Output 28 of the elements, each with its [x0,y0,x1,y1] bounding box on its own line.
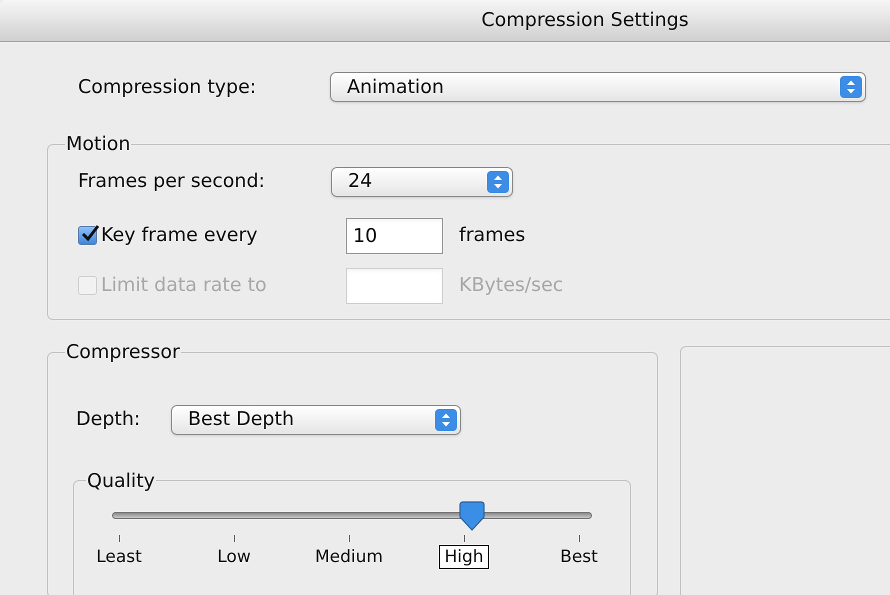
updown-arrows-icon [840,76,862,98]
tick-label[interactable]: Best [555,545,603,569]
updown-arrows-icon [435,408,457,430]
popup-button[interactable]: Animation [330,72,866,102]
group-title: Quality [86,468,156,494]
updown-arrows-icon [487,170,509,192]
checkbox-label: Key frame every [101,223,258,248]
field-label: Compression type: [78,74,258,100]
field-label: Frames per second: [78,169,266,194]
checkbox[interactable] [78,226,97,245]
tick-label[interactable]: Low [212,545,256,569]
popup-button[interactable]: 24 [331,166,513,196]
window-title: Compression Settings [481,8,689,34]
number-field[interactable]: 10 [346,218,443,254]
popup-button[interactable]: Best Depth [171,404,461,434]
slider-thumb[interactable] [458,501,486,531]
unit-label: KBytes/sec [459,273,564,298]
tick-mark [578,535,580,542]
tick-mark [348,535,350,542]
field-label: Depth: [76,407,142,432]
checkbox-label: Limit data rate to [101,273,267,298]
unit-label: frames [459,223,526,248]
tick-label[interactable]: High [439,545,489,569]
tick-label[interactable]: Least [91,545,147,569]
group-title: Motion [65,132,132,157]
group-title: Compressor [65,340,181,365]
tick-label[interactable]: Medium [310,545,388,569]
tick-mark [118,535,120,542]
